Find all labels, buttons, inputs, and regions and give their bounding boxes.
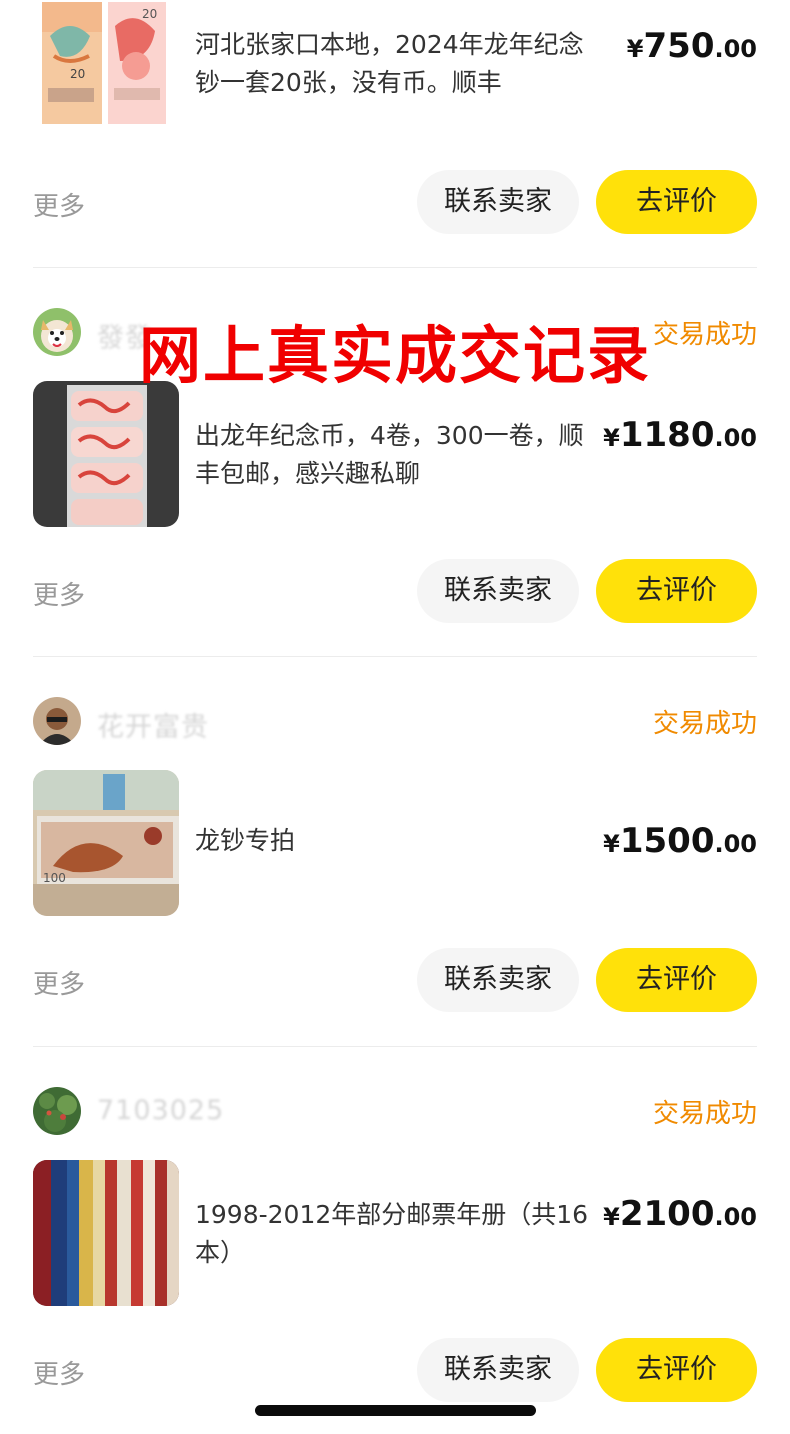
more-link[interactable]: 更多 [33,186,85,223]
review-button[interactable]: 去评价 [596,559,757,623]
overlay-caption: 网上真实成交记录 [138,319,651,392]
review-button[interactable]: 去评价 [596,948,757,1012]
contact-seller-button[interactable]: 联系卖家 [417,1338,579,1402]
contact-seller-button[interactable]: 联系卖家 [417,559,579,623]
review-button[interactable]: 去评价 [596,1338,757,1402]
seller-name[interactable]: 花开富贵 [97,705,209,744]
svg-text:100: 100 [43,871,66,885]
product-title[interactable]: 河北张家口本地，2024年龙年纪念钞一套20张，没有币。顺丰 [195,26,600,102]
more-link[interactable]: 更多 [33,964,85,1001]
product-price: ¥1500.00 [603,821,757,861]
divider [33,1046,757,1047]
product-thumbnail[interactable]: 100 [33,770,179,916]
more-link[interactable]: 更多 [33,1354,85,1391]
svg-text:20: 20 [70,67,85,81]
coin-rolls-image [33,381,179,527]
svg-text:20: 20 [142,7,157,21]
seller-name[interactable]: 7103025 [97,1095,224,1126]
product-thumbnail[interactable] [33,1160,179,1306]
product-price: ¥1180.00 [603,415,757,455]
product-price: ¥750.00 [626,26,757,66]
product-title[interactable]: 龙钞专拍 [195,822,600,860]
product-title[interactable]: 1998-2012年部分邮票年册（共16本） [195,1196,600,1272]
seller-avatar[interactable] [33,697,81,745]
order-status: 交易成功 [652,1099,757,1129]
portrait-avatar-image [33,697,81,745]
product-thumbnail[interactable]: 20 20 [40,0,180,130]
contact-seller-button[interactable]: 联系卖家 [417,948,579,1012]
banknote-case-image: 100 [33,770,179,916]
product-thumbnail[interactable] [33,381,179,527]
divider [33,267,757,268]
more-link[interactable]: 更多 [33,575,85,612]
plant-avatar-image [33,1087,81,1135]
seller-avatar[interactable] [33,1087,81,1135]
home-indicator[interactable] [255,1405,536,1416]
contact-seller-button[interactable]: 联系卖家 [417,170,579,234]
banknote-image: 20 20 [40,0,180,130]
product-title[interactable]: 出龙年纪念币，4卷，300一卷，顺丰包邮，感兴趣私聊 [195,417,600,493]
stamp-albums-image [33,1160,179,1306]
product-price: ¥2100.00 [603,1194,757,1234]
divider [33,656,757,657]
order-status: 交易成功 [652,709,757,739]
review-button[interactable]: 去评价 [596,170,757,234]
